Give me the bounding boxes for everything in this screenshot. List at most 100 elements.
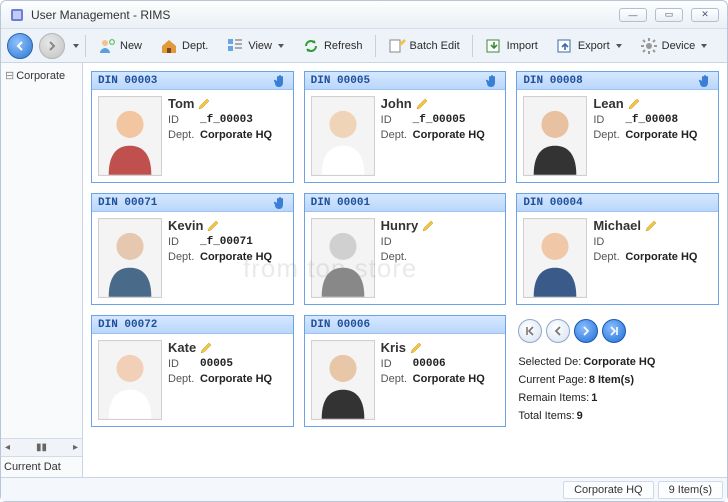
chevron-down-icon — [701, 44, 707, 48]
titlebar: User Management - RIMS — ▭ ✕ — [1, 1, 727, 29]
user-dept: Corporate HQ — [413, 128, 485, 143]
device-button[interactable]: Device — [634, 33, 714, 59]
id-label: ID — [381, 235, 409, 250]
card-header: DIN 00001 — [305, 194, 506, 212]
batch-edit-button[interactable]: Batch Edit — [382, 33, 466, 59]
pencil-icon[interactable] — [200, 342, 212, 354]
user-card[interactable]: DIN 00071 Kevin ID _f_00071 Dept. Corporat… — [91, 193, 294, 305]
pencil-icon[interactable] — [416, 98, 428, 110]
current-page-value: 8 Item(s) — [589, 374, 634, 386]
user-dept: Corporate HQ — [200, 250, 272, 265]
user-name: Hunry — [381, 218, 419, 233]
avatar — [311, 340, 375, 420]
dept-label: Dept. — [381, 372, 409, 387]
new-button[interactable]: New — [92, 33, 148, 59]
scroll-left-icon[interactable]: ◂ — [5, 442, 10, 453]
card-header: DIN 00006 — [305, 316, 506, 334]
new-label: New — [120, 40, 142, 52]
card-din: DIN 00006 — [311, 319, 370, 331]
id-label: ID — [168, 235, 196, 250]
user-card[interactable]: DIN 00008 Lean ID_f_00008 Dept.Corporate… — [516, 71, 719, 183]
user-id: 00005 — [200, 357, 233, 372]
page-first-button[interactable] — [518, 319, 542, 343]
page-prev-button[interactable] — [546, 319, 570, 343]
card-din: DIN 00001 — [311, 197, 370, 209]
status-bar: Corporate HQ 9 Item(s) — [1, 477, 727, 501]
scroll-right-icon[interactable]: ▸ — [73, 442, 78, 453]
refresh-label: Refresh — [324, 40, 363, 52]
card-header: DIN 00072 — [92, 316, 293, 334]
export-button[interactable]: Export — [550, 33, 628, 59]
id-label: ID — [381, 357, 409, 372]
user-card[interactable]: DIN 00001 Hunry ID Dept. — [304, 193, 507, 305]
current-page-label: Current Page: — [518, 374, 586, 386]
id-label: ID — [168, 357, 196, 372]
pencil-icon[interactable] — [645, 220, 657, 232]
user-id: _f_00071 — [200, 235, 253, 250]
pencil-icon[interactable] — [198, 98, 210, 110]
tree-scrollbar[interactable]: ◂ ▮▮ ▸ — [1, 438, 82, 456]
user-dept: Corporate HQ — [625, 250, 697, 265]
import-button[interactable]: Import — [479, 33, 544, 59]
view-icon — [226, 37, 244, 55]
page-next-button[interactable] — [574, 319, 598, 343]
card-din: DIN 00004 — [523, 197, 582, 209]
toolbar: New Dept. View Refresh Batch Edit Import… — [1, 29, 727, 63]
card-header: DIN 00004 — [517, 194, 718, 212]
user-dept: Corporate HQ — [413, 372, 485, 387]
main-area: from top store DIN 00003 Tom ID_f_00003 … — [83, 63, 727, 477]
user-card[interactable]: DIN 00005 John ID_f_00005 Dept.Corporate… — [304, 71, 507, 183]
maximize-button[interactable]: ▭ — [655, 8, 683, 22]
user-card[interactable]: DIN 00004 Michael ID Dept.Corporate HQ — [516, 193, 719, 305]
view-button[interactable]: View — [220, 33, 290, 59]
dept-label: Dept. — [168, 250, 196, 265]
user-name: Tom — [168, 96, 194, 111]
sidebar-caption: Current Dat — [1, 456, 82, 477]
user-name: Kevin — [168, 218, 203, 233]
dept-icon — [160, 37, 178, 55]
sidebar: Corporate ◂ ▮▮ ▸ Current Dat — [1, 63, 83, 477]
card-header: DIN 00003 — [92, 72, 293, 90]
user-card[interactable]: DIN 00072 Kate ID00005 Dept.Corporate HQ — [91, 315, 294, 427]
user-id: 00006 — [413, 357, 446, 372]
batch-edit-label: Batch Edit — [410, 40, 460, 52]
card-din: DIN 00071 — [98, 197, 157, 209]
scroll-thumb-icon[interactable]: ▮▮ — [36, 442, 47, 453]
pencil-icon[interactable] — [628, 98, 640, 110]
gear-icon — [640, 37, 658, 55]
refresh-icon — [302, 37, 320, 55]
pencil-icon[interactable] — [422, 220, 434, 232]
refresh-button[interactable]: Refresh — [296, 33, 369, 59]
page-last-button[interactable] — [602, 319, 626, 343]
nav-forward-button[interactable] — [39, 33, 65, 59]
close-button[interactable]: ✕ — [691, 8, 719, 22]
tree-node-corporate[interactable]: Corporate — [3, 65, 80, 86]
nav-back-button[interactable] — [7, 33, 33, 59]
avatar — [523, 96, 587, 176]
dept-label: Dept. — [593, 128, 621, 143]
import-label: Import — [507, 40, 538, 52]
minimize-button[interactable]: — — [619, 8, 647, 22]
nav-dropdown-icon[interactable] — [73, 44, 79, 48]
dept-label: Dept. — [168, 372, 196, 387]
user-card[interactable]: DIN 00003 Tom ID_f_00003 Dept.Corporate … — [91, 71, 294, 183]
status-dept: Corporate HQ — [563, 481, 653, 499]
user-card[interactable]: DIN 00006 Kris ID00006 Dept.Corporate HQ — [304, 315, 507, 427]
dept-button[interactable]: Dept. — [154, 33, 214, 59]
id-label: ID — [168, 113, 196, 128]
avatar — [523, 218, 587, 298]
dept-label: Dept. — [381, 250, 409, 265]
dept-tree[interactable]: Corporate — [1, 63, 82, 438]
user-name: Michael — [593, 218, 641, 233]
user-new-icon — [98, 37, 116, 55]
device-label: Device — [662, 40, 696, 52]
pencil-icon[interactable] — [207, 220, 219, 232]
avatar — [311, 218, 375, 298]
total-items-value: 9 — [577, 410, 583, 422]
export-label: Export — [578, 40, 610, 52]
pencil-icon[interactable] — [410, 342, 422, 354]
window-title: User Management - RIMS — [31, 8, 170, 22]
batch-edit-icon — [388, 37, 406, 55]
view-label: View — [248, 40, 272, 52]
user-dept: Corporate HQ — [625, 128, 697, 143]
